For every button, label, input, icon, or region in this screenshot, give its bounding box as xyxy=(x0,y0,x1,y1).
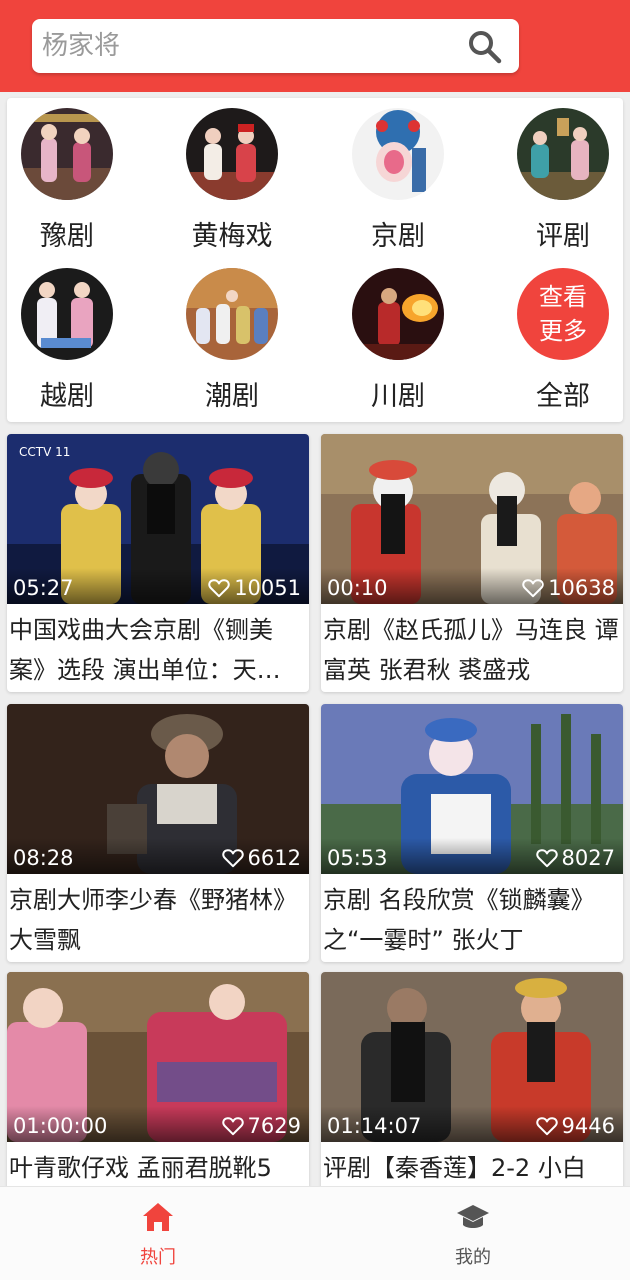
video-likes: 10051 xyxy=(208,576,301,600)
video-thumbnail[interactable]: 00:10 10638 xyxy=(321,434,623,604)
video-title[interactable]: 京剧《赵氏孤儿》马连良 谭富英 张君秋 裘盛戎 xyxy=(321,604,623,692)
category-chaoju[interactable]: 潮剧 xyxy=(172,258,292,412)
video-thumbnail[interactable]: 01:14:07 9446 xyxy=(321,972,623,1142)
heart-icon xyxy=(522,579,544,598)
top-bar xyxy=(0,0,630,92)
video-duration: 05:53 xyxy=(327,846,388,870)
heart-icon xyxy=(221,1117,244,1136)
likes-count: 10638 xyxy=(548,576,615,600)
video-likes: 9446 xyxy=(535,1114,615,1138)
video-card[interactable]: CCTV 11 05:27 10051 中国戏曲大会京剧《铡美案》选段 演出单位… xyxy=(7,434,309,692)
category-image xyxy=(186,108,278,200)
video-duration: 00:10 xyxy=(327,576,388,600)
video-likes: 8027 xyxy=(535,846,615,870)
graduation-cap-icon xyxy=(457,1205,489,1228)
category-label: 黄梅戏 xyxy=(191,221,273,252)
category-label: 豫剧 xyxy=(40,221,94,252)
category-image xyxy=(21,268,113,360)
category-label: 全部 xyxy=(536,381,590,412)
category-chuanju[interactable]: 川剧 xyxy=(338,258,458,412)
likes-count: 7629 xyxy=(247,1114,301,1138)
video-card[interactable]: 08:28 6612 京剧大师李少春《野猪林》大雪飘 xyxy=(7,704,309,962)
category-label: 评剧 xyxy=(536,221,590,252)
category-image xyxy=(352,268,444,360)
video-duration: 01:00:00 xyxy=(13,1114,108,1138)
svg-text:CCTV 11: CCTV 11 xyxy=(19,445,70,459)
category-jingju[interactable]: 京剧 xyxy=(338,98,458,252)
video-thumbnail[interactable]: 05:53 8027 xyxy=(321,704,623,874)
category-yueju[interactable]: 越剧 xyxy=(7,258,127,412)
category-label: 越剧 xyxy=(40,381,94,412)
category-yuju[interactable]: 豫剧 xyxy=(7,98,127,252)
video-duration: 08:28 xyxy=(13,846,74,870)
likes-count: 8027 xyxy=(561,846,615,870)
tab-hot[interactable]: 热门 xyxy=(78,1187,238,1280)
video-title[interactable]: 京剧 名段欣赏《锁麟囊》之“一霎时” 张火丁 xyxy=(321,874,623,962)
video-likes: 6612 xyxy=(221,846,301,870)
category-panel: 豫剧 黄梅戏 京剧 评剧 越剧 潮剧 川剧 查看 更多 全部 xyxy=(7,98,623,422)
video-duration: 05:27 xyxy=(13,576,74,600)
heart-icon xyxy=(535,849,558,868)
category-huangmeixi[interactable]: 黄梅戏 xyxy=(172,98,292,252)
category-pingju[interactable]: 评剧 xyxy=(503,98,623,252)
video-thumbnail[interactable]: 01:00:00 7629 xyxy=(7,972,309,1142)
tab-mine[interactable]: 我的 xyxy=(393,1187,553,1280)
video-thumbnail[interactable]: CCTV 11 05:27 10051 xyxy=(7,434,309,604)
search-input[interactable] xyxy=(42,25,462,67)
heart-icon xyxy=(208,579,230,598)
video-title[interactable]: 京剧大师李少春《野猪林》大雪飘 xyxy=(7,874,309,962)
view-more-line2: 更多 xyxy=(539,317,587,345)
tab-label: 热门 xyxy=(140,1247,176,1268)
video-card[interactable]: 05:53 8027 京剧 名段欣赏《锁麟囊》之“一霎时” 张火丁 xyxy=(321,704,623,962)
video-duration: 01:14:07 xyxy=(327,1114,422,1138)
video-title[interactable]: 中国戏曲大会京剧《铡美案》选段 演出单位：天… xyxy=(7,604,309,692)
home-icon xyxy=(143,1203,173,1231)
video-likes: 10638 xyxy=(522,576,615,600)
view-more-line1: 查看 xyxy=(539,283,587,311)
category-image xyxy=(517,108,609,200)
bottom-nav: 热门 我的 xyxy=(0,1186,630,1280)
likes-count: 10051 xyxy=(234,576,301,600)
category-image xyxy=(352,108,444,200)
likes-count: 9446 xyxy=(561,1114,615,1138)
category-label: 京剧 xyxy=(371,221,425,252)
heart-icon xyxy=(221,849,244,868)
category-image xyxy=(186,268,278,360)
search-icon[interactable] xyxy=(467,29,503,65)
search-box[interactable] xyxy=(32,19,519,73)
category-label: 川剧 xyxy=(371,381,425,412)
video-likes: 7629 xyxy=(221,1114,301,1138)
view-more-badge[interactable]: 查看 更多 xyxy=(517,268,609,360)
category-image xyxy=(21,108,113,200)
category-label: 潮剧 xyxy=(205,381,259,412)
category-all[interactable]: 查看 更多 全部 xyxy=(503,258,623,412)
likes-count: 6612 xyxy=(247,846,301,870)
video-card[interactable]: 00:10 10638 京剧《赵氏孤儿》马连良 谭富英 张君秋 裘盛戎 xyxy=(321,434,623,692)
heart-icon xyxy=(535,1117,558,1136)
video-thumbnail[interactable]: 08:28 6612 xyxy=(7,704,309,874)
tab-label: 我的 xyxy=(455,1247,491,1268)
